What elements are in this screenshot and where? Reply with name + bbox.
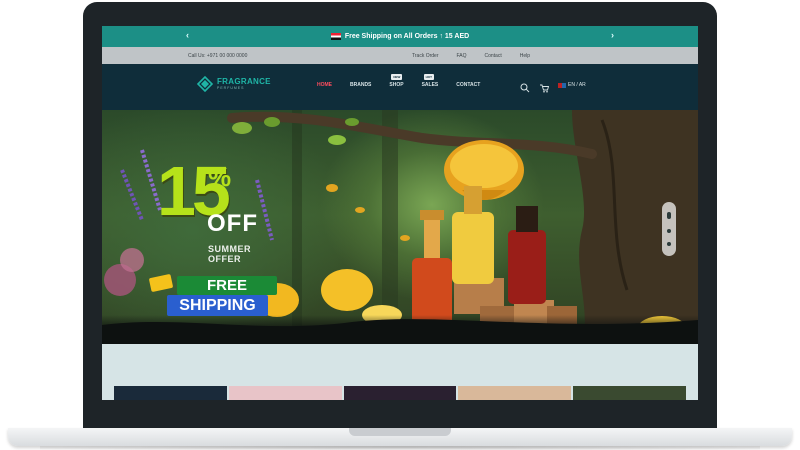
site-logo[interactable]: FRAGRANCE PERFUMES: [196, 75, 271, 93]
promo-off-text: OFF: [207, 210, 258, 237]
hero-bottom-fade: [102, 315, 698, 344]
category-card[interactable]: [573, 386, 686, 400]
utility-link[interactable]: Help: [520, 53, 530, 59]
category-card[interactable]: [228, 386, 342, 400]
language-selector[interactable]: EN / AR: [558, 82, 586, 88]
promo-summer-text: SUMMER OFFER: [208, 244, 251, 264]
site-header: FRAGRANCE PERFUMES HOME BRANDS NEW SHOP H…: [102, 64, 698, 110]
flag-icon: [330, 33, 341, 40]
slider-dot[interactable]: [667, 242, 671, 247]
nav-item-brands[interactable]: BRANDS: [350, 82, 371, 88]
announcement-bar: ‹ Free Shipping on All Orders ↑ 15 AED ›: [102, 26, 698, 47]
category-card[interactable]: [343, 386, 457, 400]
nav-item-contact[interactable]: CONTACT: [456, 82, 480, 88]
laptop-notch: [349, 428, 451, 436]
logo-mark-icon: [196, 75, 214, 93]
utility-link[interactable]: Contact: [485, 53, 502, 59]
nav-item-home[interactable]: HOME: [317, 82, 332, 88]
screen: ‹ Free Shipping on All Orders ↑ 15 AED ›…: [102, 26, 698, 400]
announcement-text: Free Shipping on All Orders ↑ 15 AED: [344, 33, 470, 40]
hero-slider-pagination: [662, 202, 676, 256]
nav-label: BRANDS: [350, 82, 372, 88]
language-flag-icon: [558, 82, 566, 88]
logo-text: FRAGRANCE: [217, 77, 271, 86]
utility-link[interactable]: FAQ: [456, 53, 466, 59]
nav-badge: HOT: [423, 74, 434, 80]
nav-label: SHOP: [389, 82, 404, 88]
hero-banner[interactable]: 15 % OFF SUMMER OFFER FREE SHIPPING: [102, 110, 698, 344]
utility-link[interactable]: Track Order: [412, 53, 438, 59]
search-icon[interactable]: [520, 80, 530, 93]
nav-badge: NEW: [391, 74, 403, 80]
category-cards: [114, 386, 686, 400]
promo-free-label: FREE: [177, 276, 277, 295]
promo-percent-sign: %: [208, 162, 232, 192]
slider-dot[interactable]: [667, 228, 671, 233]
category-card[interactable]: [114, 386, 227, 400]
promo-summer-line1: SUMMER: [208, 244, 251, 254]
logo-subtext: PERFUMES: [217, 86, 245, 90]
slider-dot[interactable]: [667, 211, 671, 219]
nav-label: SALES: [421, 82, 439, 88]
nav-label: CONTACT: [456, 82, 481, 88]
utility-links: Track Order FAQ Contact Help: [412, 53, 530, 59]
utility-bar: Call Us: +971 00 000 0000 Track Order FA…: [102, 47, 698, 64]
category-card[interactable]: [458, 386, 572, 400]
announcement-next-button[interactable]: ›: [611, 30, 614, 40]
language-label: EN / AR: [568, 82, 586, 88]
main-nav: HOME BRANDS NEW SHOP HOT SALES CONTACT: [317, 74, 480, 88]
cart-icon[interactable]: [539, 80, 550, 93]
promo-shipping-label: SHIPPING: [167, 295, 268, 316]
announcement-prev-button[interactable]: ‹: [186, 30, 189, 40]
promo-summer-line2: OFFER: [208, 254, 241, 264]
contact-phone[interactable]: Call Us: +971 00 000 0000: [188, 53, 247, 59]
nav-label: HOME: [317, 82, 332, 88]
nav-item-shop[interactable]: NEW SHOP: [389, 74, 404, 88]
header-actions: EN / AR: [520, 80, 586, 93]
nav-item-sales[interactable]: HOT SALES: [421, 74, 439, 88]
